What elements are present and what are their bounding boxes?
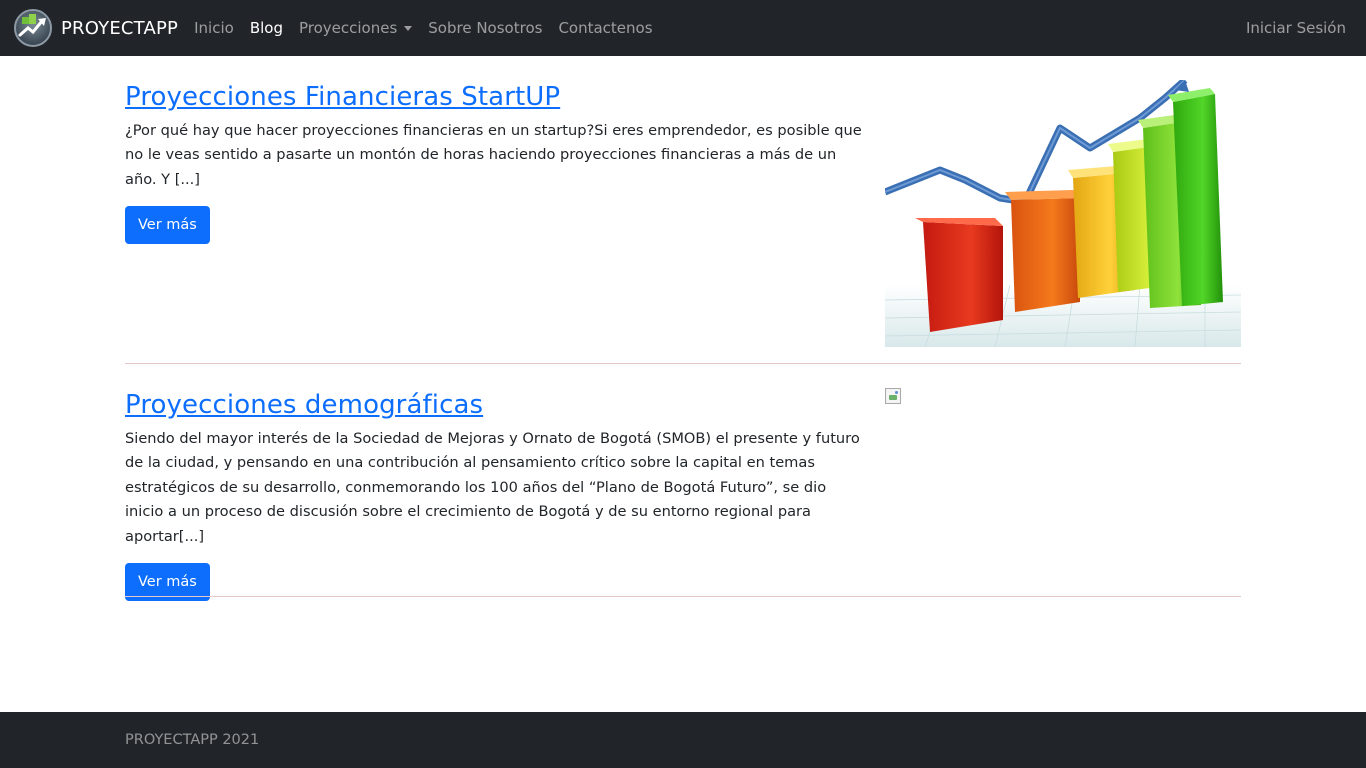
brand[interactable]: PROYECTAPP	[14, 9, 178, 47]
post-title-link[interactable]: Proyecciones Financieras StartUP	[125, 82, 560, 112]
read-more-button[interactable]: Ver más	[125, 206, 210, 245]
brand-name: PROYECTAPP	[61, 17, 179, 39]
footer: PROYECTAPP 2021	[0, 712, 1366, 768]
post-excerpt: ¿Por qué hay que hacer proyecciones fina…	[125, 122, 862, 188]
nav-links: Inicio Blog Proyecciones Sobre Nosotros …	[194, 19, 668, 37]
post-divider	[125, 363, 1241, 364]
post-divider	[125, 596, 1241, 597]
logo-icon	[14, 9, 52, 47]
nav-link-blog[interactable]: Blog	[250, 19, 283, 37]
post-excerpt: Siendo del mayor interés de la Sociedad …	[125, 430, 860, 545]
nav-dropdown-label: Proyecciones	[298, 19, 398, 37]
bar-chart-growth-image	[885, 80, 1241, 347]
broken-image-icon	[885, 388, 901, 404]
post-card: Proyecciones demográficas Siendo del may…	[125, 388, 1241, 602]
nav-link-contactenos[interactable]: Contactenos	[558, 19, 652, 37]
footer-copyright: PROYECTAPP 2021	[125, 732, 260, 748]
post-title-link[interactable]: Proyecciones demográficas	[125, 390, 483, 420]
nav-dropdown-proyecciones[interactable]: Proyecciones	[298, 19, 413, 37]
login-link[interactable]: Iniciar Sesión	[1246, 0, 1346, 56]
nav-link-sobre-nosotros[interactable]: Sobre Nosotros	[428, 19, 542, 37]
navbar: PROYECTAPP Inicio Blog Proyecciones Sobr…	[0, 0, 1366, 56]
chevron-down-icon	[404, 25, 413, 31]
nav-link-inicio[interactable]: Inicio	[194, 19, 234, 37]
